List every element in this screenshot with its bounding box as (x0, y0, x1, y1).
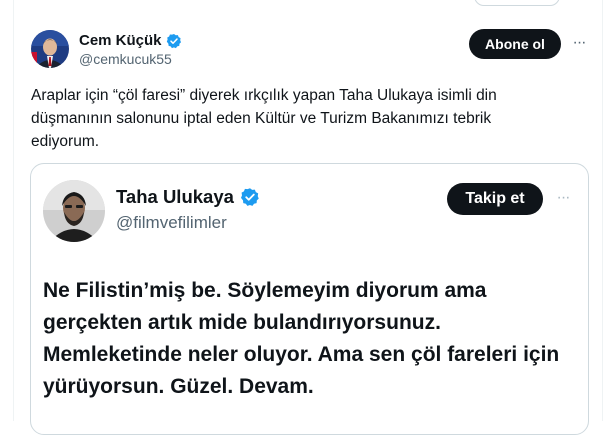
quoted-author-handle[interactable]: @filmvefilimler (116, 213, 227, 233)
quoted-post-text: Ne Filistin’miş be. Söylemeyim diyorum a… (43, 279, 560, 398)
subscribe-button[interactable]: Abone ol (469, 29, 561, 59)
quoted-author-name[interactable]: Taha Ulukaya (116, 186, 234, 208)
more-icon[interactable]: ··· (552, 188, 574, 208)
post-text: Araplar için “çöl faresi” diyerek ırkçıl… (31, 87, 497, 150)
verified-badge-icon (240, 187, 260, 207)
author-handle[interactable]: @cemkucuk55 (79, 51, 172, 67)
author-name-row[interactable]: Cem Küçük (79, 32, 182, 49)
follow-button[interactable]: Takip et (447, 183, 543, 215)
timeline-border-left (13, 0, 14, 421)
quoted-author-avatar[interactable] (43, 180, 105, 242)
verified-badge-icon (166, 33, 182, 49)
quoted-post[interactable]: Taha Ulukaya @filmvefilimler Takip et ··… (30, 163, 589, 435)
previous-button-stub (474, 0, 560, 6)
author-name[interactable]: Cem Küçük (79, 32, 162, 49)
quoted-author-name-row[interactable]: Taha Ulukaya (116, 186, 260, 208)
author-avatar[interactable] (31, 30, 69, 68)
timeline-border-right (602, 0, 603, 421)
more-icon[interactable]: ··· (571, 31, 587, 55)
